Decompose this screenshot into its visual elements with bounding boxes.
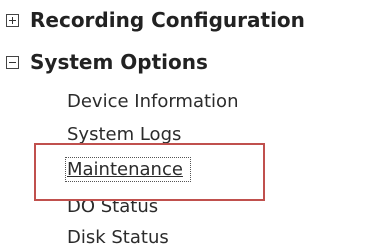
expand-plus-icon[interactable] [6,13,19,27]
tree-node-label[interactable]: System Options [30,49,208,75]
tree-node-label[interactable]: Recording Configuration [30,7,305,33]
menu-item-do-status[interactable]: DO Status [67,195,158,219]
menu-item-device-information[interactable]: Device Information [67,90,238,114]
tree-node-recording-configuration[interactable]: Recording Configuration [6,7,305,33]
menu-item-maintenance-label[interactable]: Maintenance [65,157,191,182]
menu-item-system-logs[interactable]: System Logs [67,123,181,147]
menu-item-disk-status[interactable]: Disk Status [67,226,169,245]
menu-item-maintenance[interactable]: Maintenance [65,157,191,182]
collapse-minus-icon[interactable] [6,55,19,69]
tree-node-system-options[interactable]: System Options [6,49,208,75]
